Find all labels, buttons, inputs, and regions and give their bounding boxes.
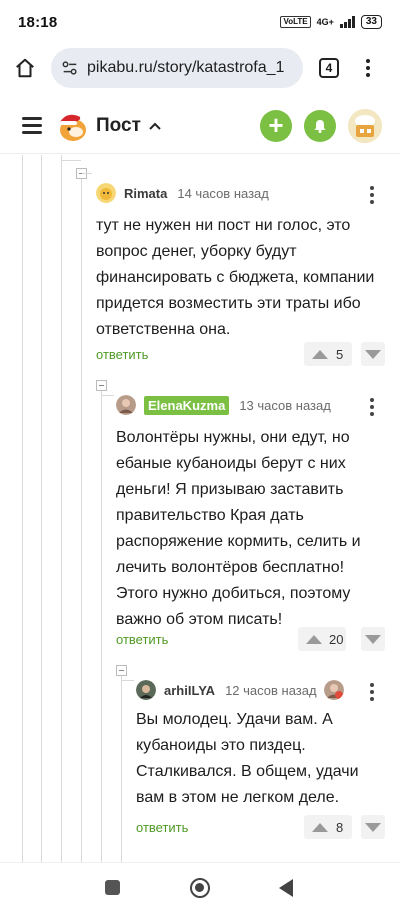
arrow-down-icon — [365, 822, 381, 832]
thread-line — [101, 390, 102, 862]
bell-icon — [314, 119, 326, 133]
avatar[interactable] — [116, 395, 136, 415]
arrow-up-icon — [306, 634, 322, 644]
thread-connector — [82, 173, 92, 174]
user-avatar[interactable] — [348, 108, 382, 143]
pikabu-logo-icon[interactable] — [54, 108, 90, 144]
comment-header: Rimata 14 часов назад — [96, 182, 269, 204]
url-text: pikabu.ru/story/katastrofa_1 — [87, 59, 285, 76]
downvote-button[interactable] — [361, 627, 385, 651]
hamburger-menu-icon[interactable] — [22, 117, 42, 134]
reply-link[interactable]: ответить — [116, 632, 168, 647]
comment-text: Волонтёры нужны, они едут, но ебаные куб… — [116, 429, 361, 628]
system-navigation-bar — [0, 862, 400, 911]
thread-line — [41, 155, 42, 862]
thread-line — [121, 676, 122, 862]
comment-time[interactable]: 12 часов назад — [225, 683, 317, 698]
upvote-button[interactable] — [304, 342, 352, 366]
comment-author[interactable]: Rimata — [124, 186, 167, 201]
back-icon[interactable] — [279, 879, 293, 897]
add-post-button[interactable]: + — [260, 109, 292, 142]
vote-count: 5 — [336, 347, 344, 362]
comment-time[interactable]: 14 часов назад — [177, 186, 269, 201]
comment-author[interactable]: ElenaKuzma — [144, 395, 230, 415]
address-bar[interactable]: pikabu.ru/story/katastrofa_1 — [51, 48, 303, 88]
arrow-up-icon — [312, 822, 328, 832]
thread-connector — [61, 160, 81, 161]
upvote-button[interactable] — [304, 815, 352, 839]
volte-icon: VoLTE — [280, 16, 311, 28]
comment-header: arhiILYA 12 часов назад — [136, 679, 317, 701]
avatar[interactable] — [96, 183, 116, 203]
thread-line — [22, 155, 23, 862]
collapse-toggle[interactable] — [96, 380, 107, 391]
notifications-button[interactable] — [304, 109, 336, 142]
comment-text: тут не нужен ни пост ни голос, это вопро… — [96, 217, 375, 338]
chevron-up-icon[interactable] — [149, 122, 161, 130]
thread-line — [81, 178, 82, 862]
reply-to-avatar[interactable] — [324, 680, 344, 700]
home-icon — [16, 58, 34, 78]
comment-text: Вы молодец. Удачи вам. А кубаноиды это п… — [136, 711, 359, 806]
home-nav-icon[interactable] — [190, 878, 210, 898]
browser-menu-button[interactable] — [365, 59, 371, 77]
comment-time[interactable]: 13 часов назад — [239, 398, 331, 413]
thread-line — [61, 155, 62, 862]
status-bar: 18:18 VoLTE 4G+ 33 — [0, 0, 400, 44]
page-title[interactable]: Пост — [96, 115, 141, 137]
arrow-up-icon — [312, 349, 328, 359]
arrow-down-icon — [365, 349, 381, 359]
comment-menu-button[interactable] — [370, 683, 374, 701]
comment-menu-button[interactable] — [370, 186, 374, 204]
recents-icon[interactable] — [105, 880, 120, 895]
comment-author[interactable]: arhiILYA — [164, 683, 215, 698]
site-settings-icon — [62, 61, 77, 75]
reply-link[interactable]: ответить — [96, 347, 148, 362]
site-header: Пост + — [0, 98, 400, 154]
comment-menu-button[interactable] — [370, 398, 374, 416]
collapse-toggle[interactable] — [116, 665, 127, 676]
status-icons: VoLTE 4G+ 33 — [280, 15, 382, 29]
reply-link[interactable]: ответить — [136, 820, 188, 835]
thread-connector — [102, 395, 114, 396]
arrow-down-icon — [365, 634, 381, 644]
downvote-button[interactable] — [361, 815, 385, 839]
browser-toolbar: pikabu.ru/story/katastrofa_1 4 — [0, 44, 400, 92]
home-button[interactable] — [13, 56, 37, 80]
avatar[interactable] — [136, 680, 156, 700]
thread-connector — [122, 680, 134, 681]
downvote-button[interactable] — [361, 342, 385, 366]
network-type: 4G+ — [316, 16, 334, 27]
comment-header: ElenaKuzma 13 часов назад — [116, 394, 331, 416]
status-time: 18:18 — [18, 13, 58, 31]
vote-count: 8 — [336, 820, 344, 835]
battery-icon: 33 — [360, 15, 382, 29]
vote-count: 20 — [329, 632, 344, 647]
tab-switcher-button[interactable]: 4 — [319, 58, 339, 78]
signal-icon — [339, 16, 355, 28]
